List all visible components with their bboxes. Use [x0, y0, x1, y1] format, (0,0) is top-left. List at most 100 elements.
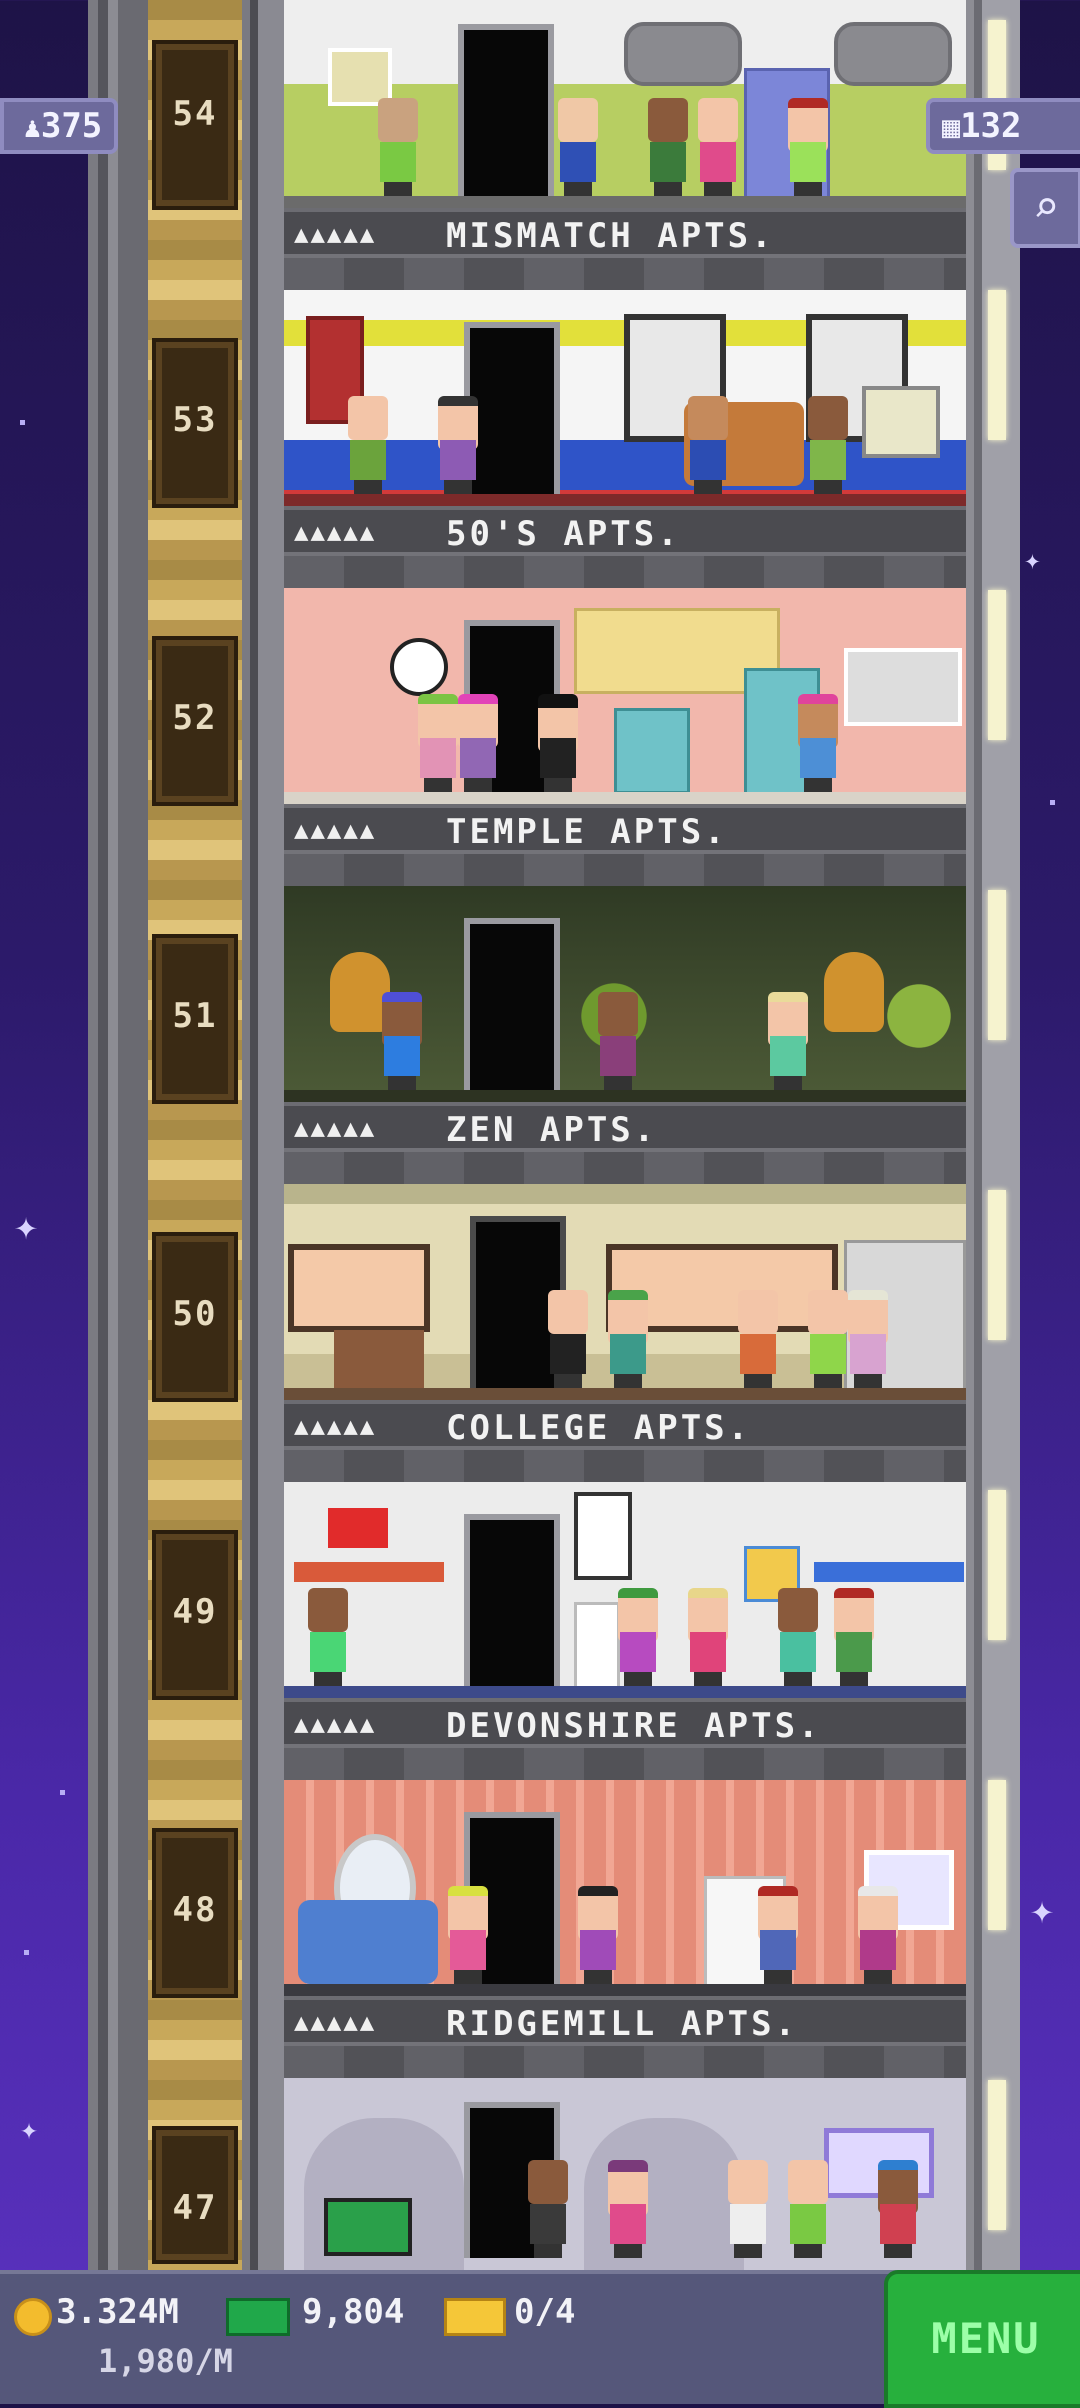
resident[interactable]	[344, 396, 392, 494]
resident[interactable]	[754, 1886, 802, 1984]
elevator-stop-54[interactable]: 54	[152, 40, 238, 210]
resident[interactable]	[604, 2160, 652, 2258]
window-light	[988, 1190, 1006, 1340]
resident[interactable]	[554, 98, 602, 196]
floor-48[interactable]: ▲▲▲▲▲ RIDGEMILL APTS.	[284, 1780, 966, 2078]
elevator-rail-left	[88, 0, 148, 2270]
apartment-door[interactable]	[464, 1514, 560, 1686]
retro-tv[interactable]	[862, 386, 940, 458]
resident[interactable]	[304, 1588, 352, 1686]
elevator-rail-right	[242, 0, 284, 2270]
floor-name: TEMPLE APTS.	[446, 812, 728, 852]
resident[interactable]	[694, 98, 742, 196]
floor-label-bar[interactable]: ▲▲▲▲▲ TEMPLE APTS.	[284, 804, 966, 854]
floor-52[interactable]: ▲▲▲▲▲ TEMPLE APTS.	[284, 588, 966, 886]
floor-53[interactable]: ▲▲▲▲▲ 50'S APTS.	[284, 290, 966, 588]
resident[interactable]	[734, 1290, 782, 1388]
floor-label-bar[interactable]: ▲▲▲▲▲ 50'S APTS.	[284, 506, 966, 556]
resident[interactable]	[784, 2160, 832, 2258]
floor-slab	[284, 552, 966, 588]
resident[interactable]	[574, 1886, 622, 1984]
floor-rating: ▲▲▲▲▲	[294, 1412, 377, 1440]
floor-rating: ▲▲▲▲▲	[294, 2008, 377, 2036]
poster	[574, 1492, 632, 1580]
window	[288, 1244, 430, 1332]
floor-counter[interactable]: ▦132	[926, 98, 1080, 154]
resident[interactable]	[444, 1886, 492, 1984]
resident[interactable]	[378, 992, 426, 1090]
resident[interactable]	[684, 1588, 732, 1686]
floor-rating: ▲▲▲▲▲	[294, 220, 377, 248]
bunk-bed[interactable]	[814, 1562, 964, 1582]
coin-rate: 1,980/M	[98, 2342, 233, 2380]
elevator-stop-50[interactable]: 50	[152, 1232, 238, 1402]
population-value: 375	[40, 106, 103, 146]
floor-number: 48	[172, 1890, 218, 1930]
menu-button[interactable]: MENU	[884, 2270, 1080, 2408]
resident[interactable]	[644, 98, 692, 196]
floor-49[interactable]: ▲▲▲▲▲ DEVONSHIRE APTS.	[284, 1482, 966, 1780]
resident[interactable]	[764, 992, 812, 1090]
elevator-stop-47[interactable]: 47	[152, 2126, 238, 2264]
resident[interactable]	[724, 2160, 772, 2258]
resident[interactable]	[524, 2160, 572, 2258]
search-button[interactable]: ⌕	[1010, 168, 1080, 248]
bunk-bed[interactable]	[294, 1562, 444, 1582]
floor-label-bar[interactable]: ▲▲▲▲▲ ZEN APTS.	[284, 1102, 966, 1152]
floor-number: 54	[172, 94, 218, 134]
room-interior	[284, 1184, 966, 1400]
floor-name: RIDGEMILL APTS.	[446, 2004, 799, 2044]
sofa[interactable]	[298, 1900, 438, 1984]
resident[interactable]	[544, 1290, 592, 1388]
floor-51[interactable]: ▲▲▲▲▲ ZEN APTS.	[284, 886, 966, 1184]
floor-count-value: 132	[960, 106, 1022, 146]
elevator-stop-48[interactable]: 48	[152, 1828, 238, 1998]
population-counter[interactable]: ♟375	[0, 98, 119, 154]
resident[interactable]	[804, 396, 852, 494]
floor-label-bar[interactable]: ▲▲▲▲▲ COLLEGE APTS.	[284, 1400, 966, 1450]
resident[interactable]	[604, 1290, 652, 1388]
floor-name: ZEN APTS.	[446, 1110, 658, 1150]
resident[interactable]	[374, 98, 422, 196]
elevator-stop-51[interactable]: 51	[152, 934, 238, 1104]
floor-50[interactable]: ▲▲▲▲▲ COLLEGE APTS.	[284, 1184, 966, 1482]
resident[interactable]	[454, 694, 502, 792]
floor-number: 51	[172, 996, 218, 1036]
floor-label-bar[interactable]: ▲▲▲▲▲ DEVONSHIRE APTS.	[284, 1698, 966, 1748]
tickets-value: 0/4	[514, 2292, 576, 2332]
resident[interactable]	[874, 2160, 922, 2258]
room-interior	[284, 1482, 966, 1698]
window-light	[988, 1780, 1006, 1930]
resident[interactable]	[774, 1588, 822, 1686]
resident[interactable]	[854, 1886, 902, 1984]
resident[interactable]	[434, 396, 482, 494]
floor-rating: ▲▲▲▲▲	[294, 518, 377, 546]
elevator-stop-53[interactable]: 53	[152, 338, 238, 508]
resident[interactable]	[794, 694, 842, 792]
floor-label-bar[interactable]: ▲▲▲▲▲ MISMATCH APTS.	[284, 208, 966, 258]
tower-bux-icon	[226, 2298, 290, 2336]
apartment-door[interactable]	[458, 24, 554, 196]
elevator-stop-52[interactable]: 52	[152, 636, 238, 806]
stove[interactable]	[614, 708, 690, 794]
floor-47[interactable]	[284, 2078, 966, 2270]
floor-name: COLLEGE APTS.	[446, 1408, 752, 1448]
resident[interactable]	[784, 98, 832, 196]
elevator-stop-49[interactable]: 49	[152, 1530, 238, 1700]
building-icon: ▦	[942, 110, 961, 145]
resident[interactable]	[534, 694, 582, 792]
resident[interactable]	[614, 1588, 662, 1686]
window-light	[988, 2080, 1006, 2230]
resident[interactable]	[844, 1290, 892, 1388]
floor-54[interactable]: ▲▲▲▲▲ MISMATCH APTS.	[284, 0, 966, 290]
floor-label-bar[interactable]: ▲▲▲▲▲ RIDGEMILL APTS.	[284, 1996, 966, 2046]
resident[interactable]	[594, 992, 642, 1090]
floor-number: 47	[172, 2188, 218, 2228]
resident[interactable]	[684, 396, 732, 494]
tv[interactable]	[324, 2198, 412, 2256]
star-dot	[1050, 800, 1055, 805]
resident[interactable]	[830, 1588, 878, 1686]
room-interior	[284, 886, 966, 1102]
apartment-door[interactable]	[464, 918, 560, 1090]
window-porthole	[834, 22, 952, 86]
